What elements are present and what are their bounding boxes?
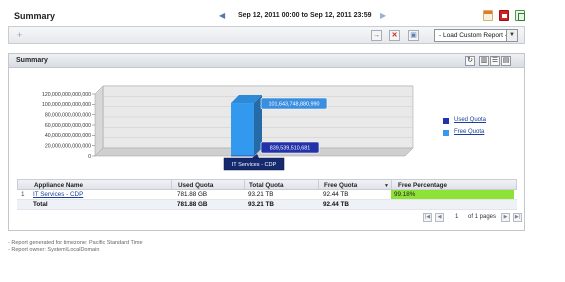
y-tick-label: 120,000,000,000,000: [42, 92, 91, 98]
appliance-name-link[interactable]: IT Services - CDP: [33, 191, 83, 198]
data-label-used-quota: 839,539,510,681: [260, 141, 320, 154]
calendar-icon[interactable]: [483, 10, 493, 21]
svg-text:839,539,510,681: 839,539,510,681: [270, 146, 310, 152]
used-quota-cell: 781.88 GB: [177, 191, 208, 198]
column-divider: [244, 180, 245, 189]
last-page-button[interactable]: ▶|: [513, 213, 522, 222]
panel-title: Summary: [16, 57, 48, 64]
sort-descending-icon[interactable]: ▼: [384, 183, 389, 189]
current-page[interactable]: 1: [455, 214, 458, 220]
table-view-icon[interactable]: ☰: [490, 56, 500, 66]
chart-tooltip: IT Services - CDP: [223, 154, 285, 171]
summary-table: Appliance Name Used Quota Total Quota Fr…: [17, 179, 517, 210]
page-count: of 1 pages: [468, 214, 497, 220]
legend-swatch: [443, 118, 449, 124]
free-quota-cell: 92.44 TB: [323, 191, 349, 198]
y-tick-label: 80,000,000,000,000: [45, 112, 91, 118]
clear-filter-button[interactable]: ✕: [389, 30, 400, 41]
chart-table-view-icon[interactable]: ▤: [501, 56, 511, 66]
summary-panel: Summary ↻ ▥ ☰ ▤ 0 20,000,000,000,000 40,00…: [8, 53, 525, 231]
legend-label: Free Quota: [454, 129, 485, 135]
column-header-used-quota[interactable]: Used Quota: [178, 182, 213, 189]
load-custom-report-select[interactable]: - Load Custom Report - ▼: [434, 29, 518, 42]
add-filter-icon[interactable]: +: [17, 30, 22, 40]
pdf-export-icon[interactable]: [499, 10, 509, 21]
report-header: Summary ◀ Sep 12, 2011 00:00 to Sep 12, …: [8, 6, 525, 26]
filter-bar: + → ✕ ▣ - Load Custom Report - ▼: [8, 26, 525, 44]
total-total-quota: 93.21 TB: [248, 201, 274, 208]
save-filter-button[interactable]: ▣: [408, 30, 419, 41]
table-total-row: Total 781.88 GB 93.21 TB 92.44 TB: [17, 200, 517, 210]
y-tick-label: 40,000,000,000,000: [45, 133, 91, 139]
chart-side-wall: [94, 85, 104, 157]
next-page-button[interactable]: ▶: [501, 213, 510, 222]
previous-page-button[interactable]: ◀: [435, 213, 444, 222]
legend-label: Used Quota: [454, 117, 487, 123]
footer-owner-note: - Report owner: System\LocalDomain: [8, 247, 100, 253]
column-divider: [391, 180, 392, 189]
refresh-icon[interactable]: ↻: [465, 56, 475, 66]
y-tick-label: 60,000,000,000,000: [45, 123, 91, 129]
free-percentage-bar: 99.18%: [391, 190, 514, 199]
first-page-button[interactable]: |◀: [423, 213, 432, 222]
y-tick-label: 20,000,000,000,000: [45, 143, 91, 149]
table-header-row: Appliance Name Used Quota Total Quota Fr…: [17, 179, 517, 190]
date-range[interactable]: Sep 12, 2011 00:00 to Sep 12, 2011 23:59: [238, 12, 371, 19]
load-custom-report-value: - Load Custom Report -: [439, 32, 507, 39]
total-free-quota: 92.44 TB: [323, 201, 349, 208]
report-title: Summary: [14, 11, 56, 21]
apply-filter-button[interactable]: →: [371, 30, 382, 41]
y-tick-label: 100,000,000,000,000: [42, 102, 91, 108]
column-header-appliance-name[interactable]: Appliance Name: [34, 182, 83, 189]
chart-bars: [231, 95, 262, 157]
footer-timezone-note: - Report generated for timezone: Pacific…: [8, 240, 143, 246]
excel-export-icon[interactable]: [515, 10, 525, 21]
row-index: 1: [21, 191, 25, 198]
y-tick-label: 0: [88, 154, 91, 160]
column-divider: [171, 180, 172, 189]
data-label-free-quota: 101,643,748,880,990: [260, 97, 328, 110]
next-date-arrow-icon[interactable]: ▶: [380, 11, 386, 20]
svg-text:IT Services - CDP: IT Services - CDP: [232, 162, 277, 168]
free-percentage-value: 99.18%: [394, 191, 416, 198]
total-used-quota: 781.88 GB: [177, 201, 208, 208]
column-divider: [318, 180, 319, 189]
legend-swatch: [443, 130, 449, 136]
previous-date-arrow-icon[interactable]: ◀: [219, 11, 225, 20]
chart-view-icon[interactable]: ▥: [479, 56, 489, 66]
column-header-total-quota[interactable]: Total Quota: [249, 182, 284, 189]
table-row: 1 IT Services - CDP 781.88 GB 93.21 TB 9…: [17, 190, 517, 200]
svg-text:101,643,748,880,990: 101,643,748,880,990: [269, 102, 320, 108]
report-footer: - Report generated for timezone: Pacific…: [8, 240, 143, 254]
panel-header: Summary ↻ ▥ ☰ ▤: [9, 54, 524, 68]
total-label: Total: [33, 201, 48, 208]
bar-free-quota[interactable]: [231, 95, 262, 156]
column-header-free-quota[interactable]: Free Quota: [324, 182, 357, 189]
column-header-free-percentage[interactable]: Free Percentage: [398, 182, 447, 189]
total-quota-cell: 93.21 TB: [248, 191, 274, 198]
chevron-down-icon: ▼: [506, 30, 517, 41]
